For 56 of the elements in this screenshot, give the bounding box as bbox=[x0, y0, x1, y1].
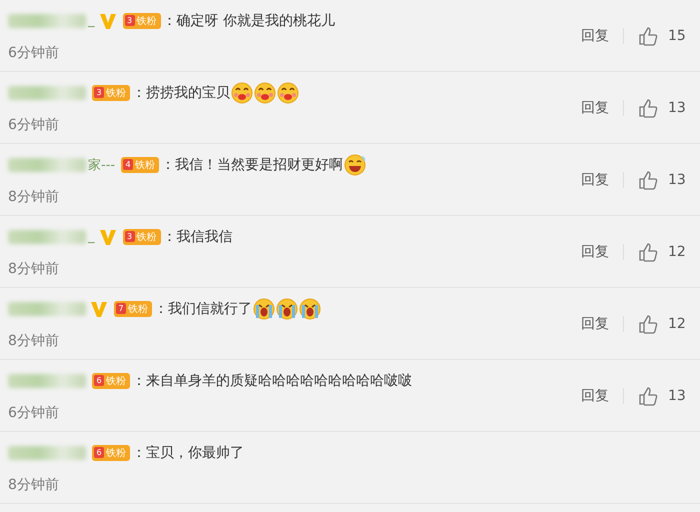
like-count: 13 bbox=[668, 100, 686, 116]
reply-button[interactable]: 回复 bbox=[581, 170, 609, 188]
badge-level: 4 bbox=[123, 159, 134, 170]
badge-level: 3 bbox=[124, 231, 134, 242]
reply-button[interactable]: 回复 bbox=[581, 242, 609, 260]
comment-time: 8分钟前 bbox=[8, 260, 60, 278]
badge-level: 6 bbox=[94, 447, 104, 458]
cry-emoji-icon bbox=[299, 298, 321, 320]
badge-label: 铁粉 bbox=[106, 446, 126, 460]
like-count: 13 bbox=[668, 388, 686, 404]
kiss-emoji-icon bbox=[277, 82, 299, 104]
like-count: 15 bbox=[668, 28, 686, 44]
badge-label: 铁粉 bbox=[128, 302, 148, 316]
comment-text: ：宝贝，你最帅了 bbox=[132, 444, 244, 462]
comment-text: ：我信我信 bbox=[162, 228, 232, 246]
like-count: 12 bbox=[668, 244, 686, 260]
comment-time: 8分钟前 bbox=[8, 188, 60, 206]
badge-label: 铁粉 bbox=[106, 374, 126, 388]
cry-emoji-icon bbox=[253, 298, 275, 320]
badge-level: 6 bbox=[94, 375, 104, 386]
kiss-emoji-icon bbox=[231, 82, 253, 104]
cry-emoji-icon bbox=[276, 298, 298, 320]
thumbs-up-icon[interactable] bbox=[638, 242, 658, 262]
reply-button[interactable]: 回复 bbox=[581, 314, 609, 332]
badge-label: 铁粉 bbox=[106, 86, 126, 100]
thumbs-up-icon[interactable] bbox=[638, 98, 658, 118]
laugh-emoji-icon bbox=[344, 154, 366, 176]
like-count: 13 bbox=[668, 172, 686, 188]
badge-level: 7 bbox=[116, 303, 126, 314]
comment-text: ：我们信就行了 bbox=[154, 300, 252, 318]
thumbs-up-icon[interactable] bbox=[638, 26, 658, 46]
comment-text: ：捞捞我的宝贝 bbox=[132, 84, 230, 102]
badge-label: 铁粉 bbox=[136, 14, 156, 28]
comment-time: 8分钟前 bbox=[8, 476, 60, 494]
thumbs-up-icon[interactable] bbox=[638, 386, 658, 406]
badge-level: 3 bbox=[94, 87, 104, 98]
comment-text: ：确定呀 你就是我的桃花儿 bbox=[162, 12, 335, 30]
comment-text: ：来自单身羊的质疑哈哈哈哈哈哈哈哈哈啵啵 bbox=[132, 372, 412, 390]
comment-time: 8分钟前 bbox=[8, 332, 60, 350]
comment-time: 6分钟前 bbox=[8, 44, 60, 62]
reply-button[interactable]: 回复 bbox=[581, 386, 609, 404]
thumbs-up-icon[interactable] bbox=[638, 170, 658, 190]
badge-label: 铁粉 bbox=[135, 158, 156, 172]
reply-button[interactable]: 回复 bbox=[581, 26, 609, 44]
comment-time: 6分钟前 bbox=[8, 116, 60, 134]
thumbs-up-icon[interactable] bbox=[638, 314, 658, 334]
comment-text: ：我信！当然要是招财更好啊 bbox=[161, 156, 344, 174]
username-fragment: _ bbox=[88, 229, 94, 244]
comment-time: 6分钟前 bbox=[8, 404, 60, 422]
reply-button[interactable]: 回复 bbox=[581, 98, 609, 116]
username-fragment: _ bbox=[88, 13, 94, 28]
kiss-emoji-icon bbox=[254, 82, 276, 104]
badge-label: 铁粉 bbox=[136, 230, 156, 244]
username-fragment: 家--- bbox=[88, 156, 116, 174]
badge-level: 3 bbox=[124, 15, 134, 26]
like-count: 12 bbox=[668, 316, 686, 332]
